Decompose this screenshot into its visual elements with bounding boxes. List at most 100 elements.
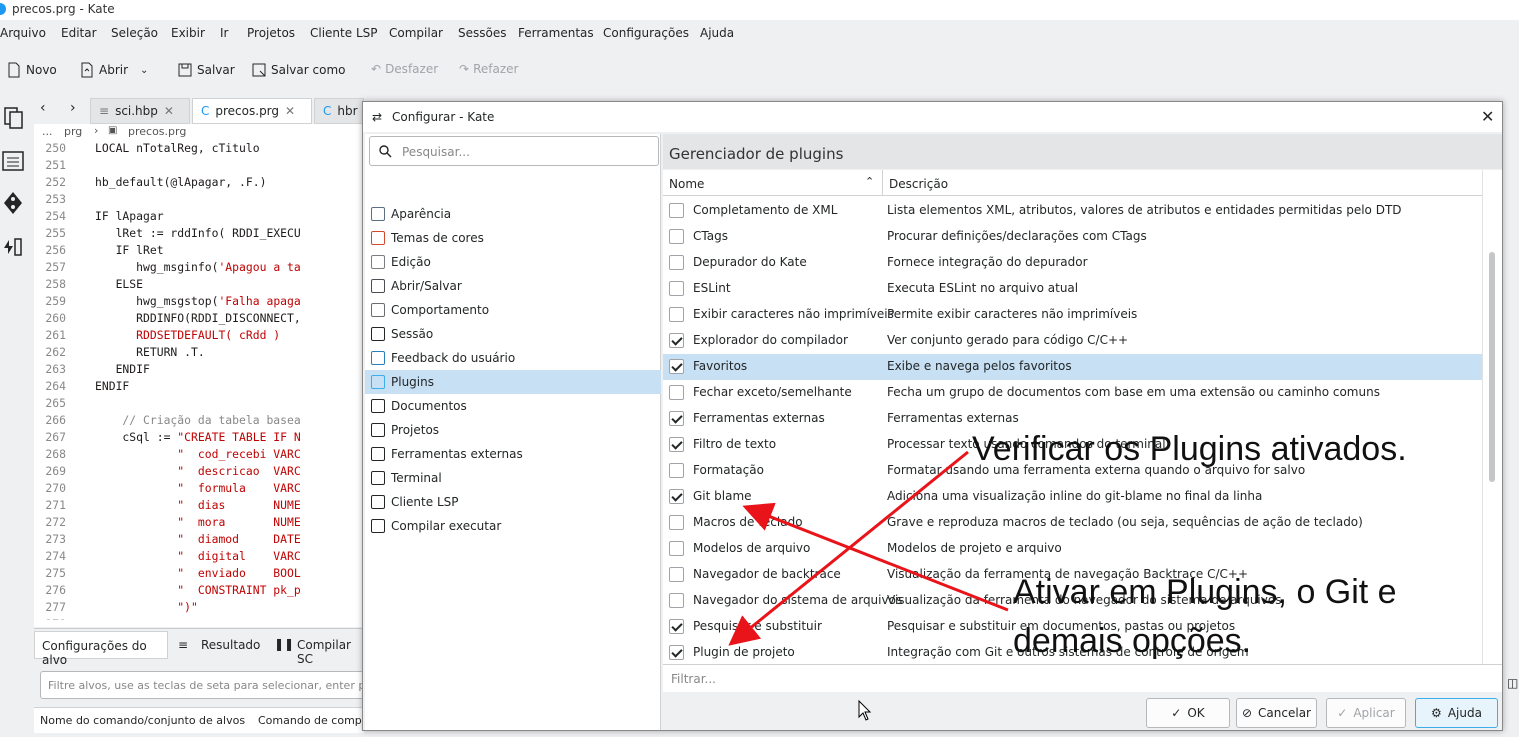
breadcrumb-file[interactable]: precos.prg [128, 125, 186, 138]
tab-hbr[interactable]: C hbr [314, 98, 364, 124]
save-button[interactable]: Salvar [177, 62, 235, 78]
plugin-checkbox[interactable] [669, 437, 684, 452]
plugin-row[interactable]: ESLint Executa ESLint no arquivo atual [663, 276, 1482, 302]
breadcrumb-ellipsis[interactable]: ... [42, 125, 53, 138]
panel-icon[interactable]: ◫ [1507, 676, 1518, 690]
tab-output[interactable]: Resultado [201, 638, 260, 652]
open-button[interactable]: Abrir ⌄ [79, 62, 148, 78]
plugin-row[interactable]: Ferramentas externas Ferramentas externas [663, 406, 1482, 432]
lsp-client-icon [371, 495, 385, 509]
plugin-row[interactable]: Favoritos Exibe e navega pelos favoritos [663, 354, 1482, 380]
menu-selecao[interactable]: Seleção [111, 26, 158, 40]
menu-arquivo[interactable]: Arquivo [0, 26, 46, 40]
plugin-row[interactable]: Fechar exceto/semelhante Fecha um grupo d… [663, 380, 1482, 406]
git-icon[interactable] [2, 190, 24, 216]
menu-exibir[interactable]: Exibir [171, 26, 205, 40]
plugin-checkbox[interactable] [669, 463, 684, 478]
nav-item-projetos[interactable]: Projetos [365, 418, 661, 442]
plugin-checkbox[interactable] [669, 515, 684, 530]
nav-item-sess-o[interactable]: Sessão [365, 322, 661, 346]
settings-search-input[interactable]: Pesquisar... [369, 136, 659, 166]
plugin-checkbox[interactable] [669, 593, 684, 608]
plugin-checkbox[interactable] [669, 333, 684, 348]
nav-item-abrir-salvar[interactable]: Abrir/Salvar [365, 274, 661, 298]
compiler-icon[interactable] [2, 234, 24, 260]
plugin-row[interactable]: Depurador do Kate Fornece integração do d… [663, 250, 1482, 276]
tab-sci-hbp[interactable]: ≡ sci.hbp ✕ [90, 98, 190, 124]
tab-target-settings[interactable]: Configurações do alvo [34, 631, 168, 667]
menu-ajuda[interactable]: Ajuda [700, 26, 734, 40]
nav-item-apar-ncia[interactable]: Aparência [365, 202, 661, 226]
col-build-command[interactable]: Comando de comp [258, 714, 362, 727]
col-name[interactable]: Nome [669, 177, 704, 191]
targets-filter-input[interactable]: Filtre alvos, use as teclas de seta para… [40, 671, 394, 699]
tab-back-icon[interactable]: ‹ [40, 100, 46, 116]
plugin-checkbox[interactable] [669, 385, 684, 400]
plugin-checkbox[interactable] [669, 411, 684, 426]
plugin-row[interactable]: Macros de teclado Grave e reproduza macro… [663, 510, 1482, 536]
nav-item-compilar-executar[interactable]: Compilar executar [365, 514, 661, 538]
plugin-checkbox[interactable] [669, 307, 684, 322]
plugin-scrollbar[interactable] [1482, 170, 1502, 664]
nav-item-ferramentas-externas[interactable]: Ferramentas externas [365, 442, 661, 466]
col-command-name[interactable]: Nome do comando/conjunto de alvos [40, 714, 245, 727]
plugin-row[interactable]: Completamento de XML Lista elementos XML,… [663, 198, 1482, 224]
menu-ferramentas[interactable]: Ferramentas [518, 26, 594, 40]
menu-configuracoes[interactable]: Configurações [603, 26, 689, 40]
nav-item-plugins[interactable]: Plugins [365, 370, 661, 394]
chevron-down-icon[interactable]: ⌄ [140, 65, 148, 76]
nav-item-edi-o[interactable]: Edição [365, 250, 661, 274]
tab-build[interactable]: Compilar SC [297, 638, 364, 666]
plugin-checkbox[interactable] [669, 255, 684, 270]
plugin-row[interactable]: CTags Procurar definições/declarações com… [663, 224, 1482, 250]
undo-button[interactable]: ↶ Desfazer [371, 62, 438, 76]
plugin-row[interactable]: Explorador do compilador Ver conjunto ger… [663, 328, 1482, 354]
tab-precos-prg[interactable]: C precos.prg ✕ [192, 98, 312, 124]
plugin-checkbox[interactable] [669, 359, 684, 374]
save-as-button[interactable]: Salvar como [251, 62, 345, 78]
documents-icon[interactable] [2, 104, 24, 130]
plugin-row[interactable]: Git blame Adiciona uma visualização inlin… [663, 484, 1482, 510]
apply-button[interactable]: ✓ Aplicar [1326, 698, 1406, 728]
line-number: 274 [45, 549, 66, 563]
nav-item-terminal[interactable]: Terminal [365, 466, 661, 490]
plugin-checkbox[interactable] [669, 229, 684, 244]
breadcrumb-folder[interactable]: prg [64, 125, 82, 138]
cancel-button[interactable]: ⊘ Cancelar [1236, 698, 1317, 728]
menu-editar[interactable]: Editar [61, 26, 97, 40]
plugin-checkbox[interactable] [669, 541, 684, 556]
menu-projetos[interactable]: Projetos [247, 26, 295, 40]
redo-button[interactable]: ↷ Refazer [459, 62, 518, 76]
nav-item-feedback-do-usu-rio[interactable]: Feedback do usuário [365, 346, 661, 370]
main-toolbar: Novo Abrir ⌄ Salvar Salvar como ↶ Desfaz… [0, 56, 1519, 88]
nav-item-documentos[interactable]: Documentos [365, 394, 661, 418]
close-icon[interactable]: ✕ [285, 104, 295, 118]
plugin-filter-input[interactable]: Filtrar... [663, 664, 1502, 692]
tab-forward-icon[interactable]: › [70, 100, 76, 116]
new-button[interactable]: Novo [6, 62, 57, 78]
help-button[interactable]: ⚙ Ajuda [1415, 698, 1498, 728]
menu-cliente-lsp[interactable]: Cliente LSP [310, 26, 377, 40]
project-list-icon[interactable] [2, 148, 24, 174]
plugin-table-header: Nome ⌃ Descrição [663, 170, 1482, 196]
close-icon[interactable]: ✕ [164, 104, 174, 118]
menu-compilar[interactable]: Compilar [389, 26, 443, 40]
plugin-row[interactable]: Exibir caracteres não imprimíveis Permite… [663, 302, 1482, 328]
nav-item-temas-de-cores[interactable]: Temas de cores [365, 226, 661, 250]
close-icon[interactable]: ✕ [1481, 107, 1494, 126]
plugin-checkbox[interactable] [669, 567, 684, 582]
plugin-checkbox[interactable] [669, 203, 684, 218]
plugin-checkbox[interactable] [669, 619, 684, 634]
plugin-checkbox[interactable] [669, 645, 684, 660]
scrollbar-thumb[interactable] [1489, 252, 1495, 482]
nav-item-comportamento[interactable]: Comportamento [365, 298, 661, 322]
col-description[interactable]: Descrição [889, 177, 948, 191]
nav-item-cliente-lsp[interactable]: Cliente LSP [365, 490, 661, 514]
menu-sessoes[interactable]: Sessões [458, 26, 506, 40]
menu-ir[interactable]: Ir [220, 26, 228, 40]
plugin-row[interactable]: Modelos de arquivo Modelos de projeto e a… [663, 536, 1482, 562]
plugin-checkbox[interactable] [669, 489, 684, 504]
code-editor[interactable]: 250 LOCAL nTotalReg, cTitulo 251 252 hb_defa… [34, 140, 364, 620]
plugin-checkbox[interactable] [669, 281, 684, 296]
ok-button[interactable]: ✓ OK [1146, 698, 1230, 728]
